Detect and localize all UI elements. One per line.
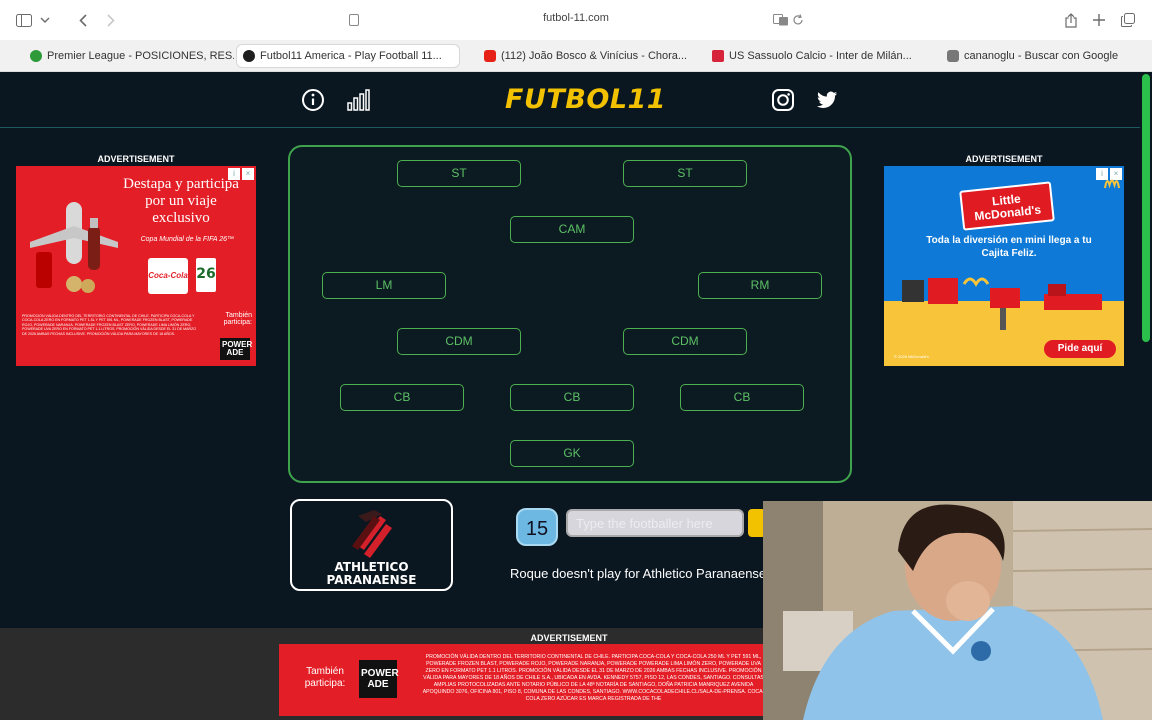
address-bar[interactable]: futbol-11.com xyxy=(0,12,1152,24)
position-slot-rm[interactable]: RM xyxy=(698,272,822,299)
tab-bar: Premier League - POSICIONES, RES... Futb… xyxy=(0,40,1152,72)
ad-tambien-participa: También participa: xyxy=(304,666,346,689)
tab-label: Premier League - POSICIONES, RES... xyxy=(47,50,234,62)
browser-toolbar: futbol-11.com xyxy=(0,0,1152,40)
position-slot-lm[interactable]: LM xyxy=(322,272,446,299)
ad-fine-print: PROMOCIÓN VÁLIDA DENTRO DEL TERRITORIO C… xyxy=(22,314,197,336)
footballer-search-input[interactable] xyxy=(566,509,744,537)
powerade-logo: POWER ADE xyxy=(359,660,399,698)
position-slot-cb[interactable]: CB xyxy=(680,384,804,411)
tab-overview-icon[interactable] xyxy=(1119,10,1137,30)
tab-youtube[interactable]: (112) João Bosco & Vinícius - Chora... xyxy=(478,44,688,68)
translate-icon[interactable] xyxy=(772,10,790,30)
fifa-trophy-icon: 26 xyxy=(196,258,216,292)
position-slot-cdm[interactable]: CDM xyxy=(623,328,747,355)
tab-label: Futbol11 America - Play Football 11... xyxy=(260,50,442,62)
tab-futbol11[interactable]: Futbol11 America - Play Football 11... xyxy=(236,44,460,68)
position-slot-cb[interactable]: CB xyxy=(340,384,464,411)
position-slot-gk[interactable]: GK xyxy=(510,440,634,467)
adchoices-icon[interactable]: i xyxy=(228,168,240,180)
ad-copyright: © 2026 McDonald's xyxy=(894,354,929,359)
share-icon[interactable] xyxy=(1062,10,1080,30)
ad-subtitle: Copa Mundial de la FIFA 26™ xyxy=(140,236,234,243)
coca-cola-ad[interactable]: Destapa y participa por un viaje exclusi… xyxy=(16,166,256,366)
formation-field: ST ST CAM LM RM CDM CDM CB CB CB GK xyxy=(288,145,852,483)
guesses-remaining-badge: 15 xyxy=(516,508,558,546)
stats-icon[interactable] xyxy=(346,88,370,112)
mcdonalds-ad[interactable]: Little McDonald's Toda la diversión en m… xyxy=(884,166,1124,366)
info-icon[interactable] xyxy=(301,88,325,112)
tab-sassuolo[interactable]: US Sassuolo Calcio - Inter de Milán... xyxy=(706,44,916,68)
google-favicon-icon xyxy=(947,50,959,62)
powerade-logo: POWER ADE xyxy=(220,338,252,360)
sassuolo-favicon-icon xyxy=(712,50,724,62)
trophy-plane-illustration xyxy=(30,202,118,293)
athletico-paranaense-crest-icon xyxy=(352,510,392,558)
svg-text:26: 26 xyxy=(196,266,215,282)
mcdonalds-arches-icon xyxy=(1104,179,1120,188)
tab-label: US Sassuolo Calcio - Inter de Milán... xyxy=(729,50,912,62)
position-slot-st[interactable]: ST xyxy=(623,160,747,187)
instagram-icon[interactable] xyxy=(771,88,795,112)
reload-icon[interactable] xyxy=(790,10,806,30)
futbol11-logo[interactable]: FUTBOL11 xyxy=(505,84,666,115)
position-slot-cam[interactable]: CAM xyxy=(510,216,634,243)
position-slot-cb[interactable]: CB xyxy=(510,384,634,411)
new-tab-icon[interactable] xyxy=(1090,10,1108,30)
tab-premier-league[interactable]: Premier League - POSICIONES, RES... xyxy=(24,44,234,68)
team-name-line-2: PARANAENSE xyxy=(326,573,417,587)
position-slot-cdm[interactable]: CDM xyxy=(397,328,521,355)
tab-label: (112) João Bosco & Vinícius - Chora... xyxy=(501,50,688,62)
advertisement-label: ADVERTISEMENT xyxy=(965,154,1043,164)
webcam-person-image xyxy=(763,501,1152,720)
ad-subtitle: Toda la diversión en mini llega a tu Caj… xyxy=(926,235,1092,259)
premier-league-favicon-icon xyxy=(30,50,42,62)
pide-aqui-button[interactable]: Pide aquí xyxy=(1044,340,1116,358)
position-slot-st[interactable]: ST xyxy=(397,160,521,187)
advertisement-label: ADVERTISEMENT xyxy=(97,154,175,164)
twitter-icon[interactable] xyxy=(815,88,839,112)
tab-google-search[interactable]: cananoglu - Buscar con Google xyxy=(941,44,1141,68)
bottom-coca-cola-ad[interactable]: También participa: POWER ADE PROMOCIÓN V… xyxy=(279,644,779,716)
ad-title: Little McDonald's xyxy=(959,181,1055,231)
scrollbar-thumb[interactable] xyxy=(1142,74,1150,342)
close-ad-icon[interactable]: × xyxy=(242,168,254,180)
ad-headline: Destapa y participa por un viaje exclusi… xyxy=(123,176,239,226)
tab-label: cananoglu - Buscar con Google xyxy=(964,50,1119,62)
team-card: ATHLETICO PARANAENSE xyxy=(290,499,453,591)
youtube-favicon-icon xyxy=(484,50,496,62)
team-name: ATHLETICO PARANAENSE xyxy=(292,561,451,587)
webcam-overlay xyxy=(763,501,1152,720)
feedback-message: Roque doesn't play for Athletico Paranae… xyxy=(510,566,767,581)
futbol11-favicon-icon xyxy=(243,50,255,62)
team-name-line-1: ATHLETICO xyxy=(334,560,409,574)
coca-cola-logo: Coca-Cola xyxy=(148,258,188,294)
mini-restaurant-illustration xyxy=(902,277,1102,330)
ad-fine-print: PROMOCIÓN VÁLIDA DENTRO DEL TERRITORIO C… xyxy=(422,654,765,702)
ad-tambien-participa: También participa: xyxy=(223,312,252,326)
